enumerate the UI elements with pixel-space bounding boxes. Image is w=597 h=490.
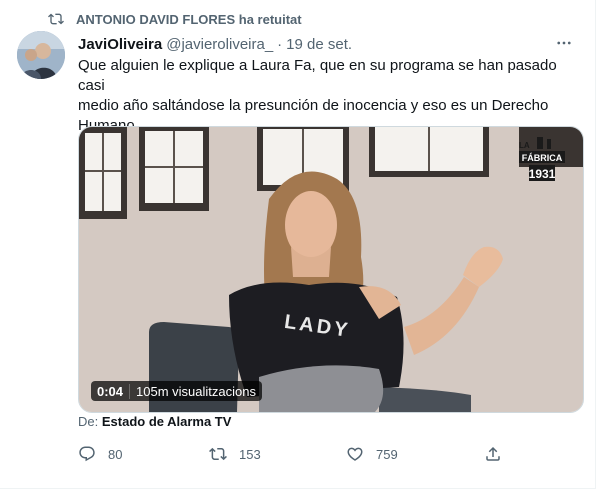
reply-icon: [79, 446, 95, 462]
video-player[interactable]: LADY LA FÁBRICA 1931 0:04 105m visualitz…: [78, 126, 584, 413]
avatar[interactable]: [17, 31, 65, 79]
retweet-button[interactable]: 153: [209, 444, 261, 464]
video-views: 105m visualitzacions: [136, 383, 256, 399]
reply-button[interactable]: 80: [78, 444, 122, 464]
more-icon[interactable]: [553, 32, 575, 54]
logo-top: LA: [519, 141, 530, 150]
tweet-card[interactable]: ANTONIO DAVID FLORES ha retuitat JaviOli…: [0, 0, 596, 489]
user-handle[interactable]: @javieroliveira_: [166, 36, 273, 53]
like-button[interactable]: 759: [346, 444, 398, 464]
like-icon: [347, 447, 363, 461]
channel-logo: LA FÁBRICA 1931: [515, 137, 569, 189]
like-count: 759: [376, 446, 398, 462]
share-button[interactable]: [484, 444, 514, 464]
video-thumbnail: LADY: [79, 127, 583, 412]
retweet-action-icon: [209, 447, 227, 461]
source-name[interactable]: Estado de Alarma TV: [102, 414, 232, 429]
retweet-count: 153: [239, 446, 261, 462]
retweet-context[interactable]: ANTONIO DAVID FLORES ha retuitat: [48, 10, 302, 28]
source-prefix: De:: [78, 414, 99, 429]
separator: ·: [277, 35, 283, 53]
video-duration: 0:04: [91, 383, 131, 399]
display-name[interactable]: JaviOliveira: [78, 36, 162, 53]
logo-main: FÁBRICA: [522, 153, 563, 163]
action-bar: 80 153 759: [78, 444, 508, 464]
tweet-date[interactable]: 19 de set.: [286, 36, 352, 53]
retweet-icon: [48, 13, 64, 25]
video-source: De: Estado de Alarma TV: [78, 414, 231, 429]
reply-count: 80: [108, 446, 123, 462]
retweet-label: ANTONIO DAVID FLORES ha retuitat: [76, 11, 302, 27]
logo-year: 1931: [529, 167, 556, 181]
tweet-text: Que alguien le explique a Laura Fa, que …: [78, 57, 557, 134]
video-stats-badge: 0:04 105m visualitzacions: [91, 381, 262, 401]
tweet-header: JaviOliveira @javieroliveira_ · 19 de se…: [78, 34, 579, 54]
share-icon: [486, 446, 500, 461]
